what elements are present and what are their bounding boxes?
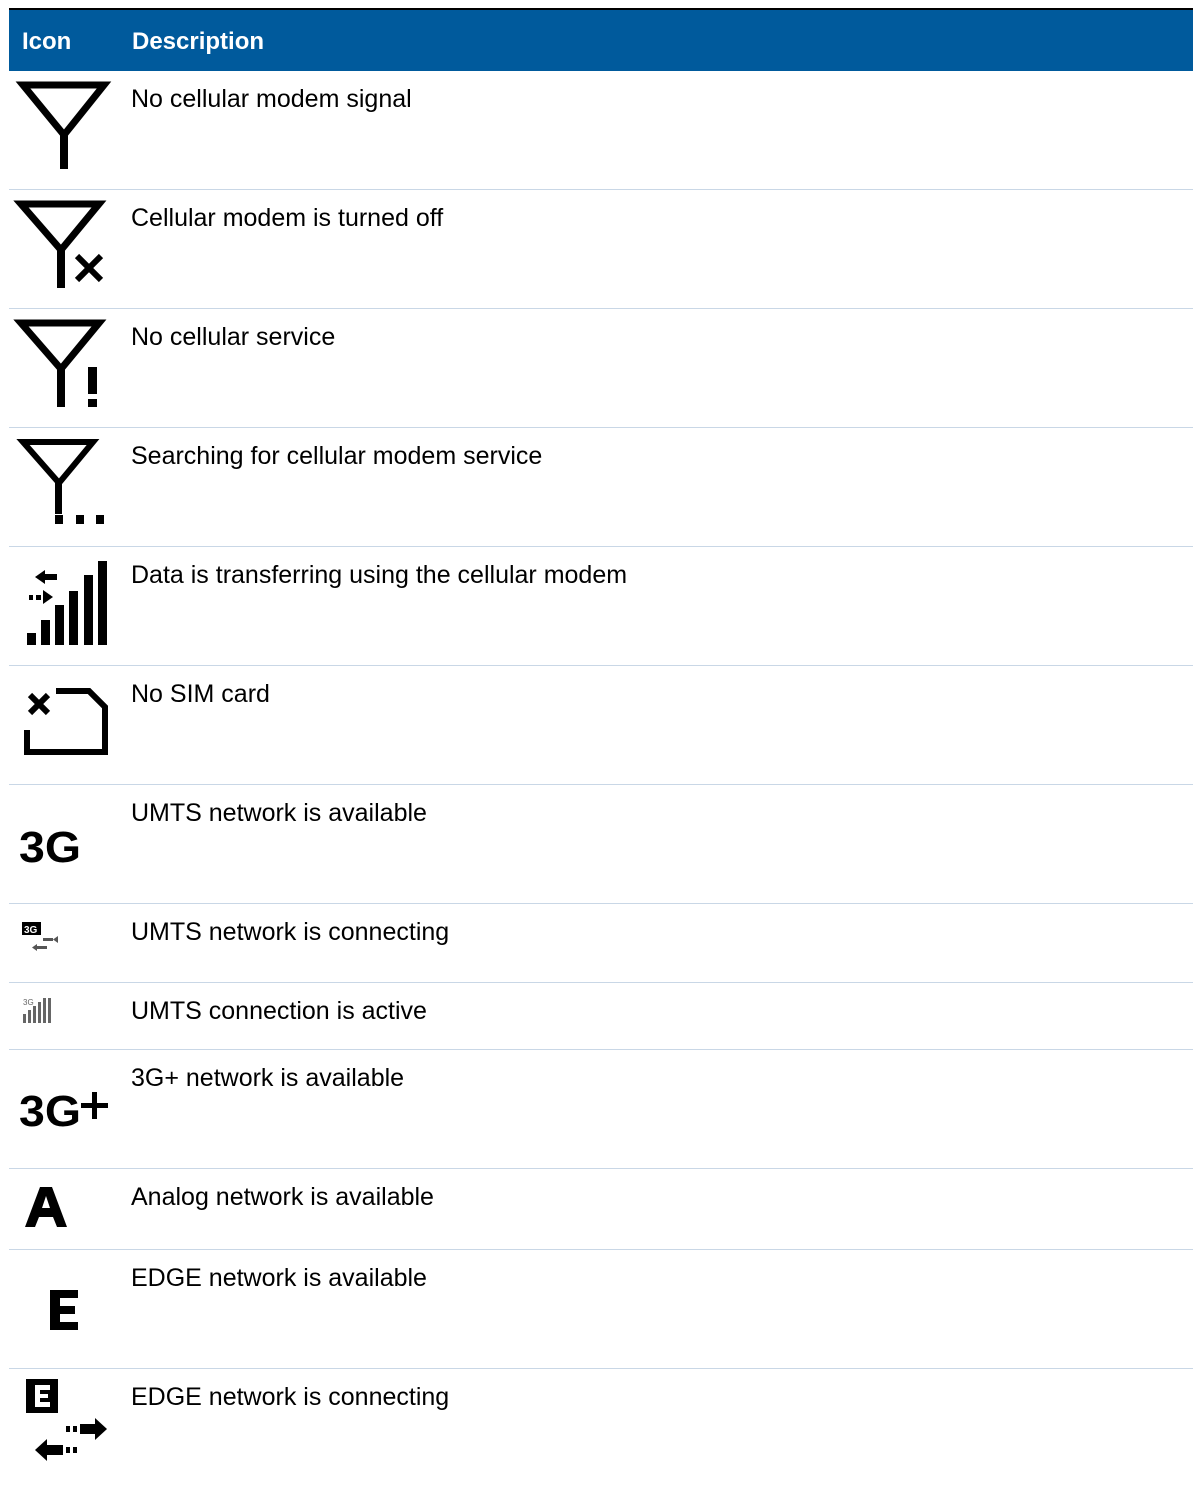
svg-text:3G: 3G bbox=[23, 998, 34, 1007]
3g-plus-icon: 3G bbox=[9, 1050, 124, 1168]
row-description: No cellular service bbox=[131, 323, 336, 351]
row-description: UMTS connection is active bbox=[131, 997, 427, 1025]
svg-text:3G: 3G bbox=[24, 925, 38, 936]
table-row: Analog network is available bbox=[9, 1169, 1193, 1250]
table-row: EDGE network is connecting bbox=[9, 1369, 1193, 1488]
antenna-no-signal-icon bbox=[9, 71, 124, 189]
table-header: Icon Description bbox=[9, 10, 1193, 71]
table-row: Searching for cellular modem service bbox=[9, 428, 1193, 547]
header-description-label: Description bbox=[132, 28, 265, 55]
table-row: Cellular modem is turned off bbox=[9, 190, 1193, 309]
analog-network-icon bbox=[9, 1169, 124, 1249]
table-row: No cellular service bbox=[9, 309, 1193, 428]
table-row: No cellular modem signal bbox=[9, 71, 1193, 190]
cellular-icon-table: Icon Description No cellular modem signa… bbox=[9, 8, 1193, 1488]
row-description: UMTS network is available bbox=[131, 799, 427, 827]
row-description: EDGE network is connecting bbox=[131, 1383, 450, 1411]
row-description: EDGE network is available bbox=[131, 1264, 427, 1292]
antenna-searching-icon bbox=[9, 428, 124, 546]
data-transfer-signal-icon bbox=[9, 547, 124, 665]
antenna-no-service-icon bbox=[9, 309, 124, 427]
table-row: 3G UMTS network is connecting bbox=[9, 904, 1193, 983]
3g-icon: 3G bbox=[9, 785, 124, 903]
table-row: 3G 3G+ network is available bbox=[9, 1050, 1193, 1169]
table-row: EDGE network is available bbox=[9, 1250, 1193, 1369]
svg-text:3G: 3G bbox=[19, 1087, 81, 1136]
row-description: UMTS network is connecting bbox=[131, 918, 450, 946]
row-description: Data is transferring using the cellular … bbox=[131, 561, 628, 589]
row-description: Cellular modem is turned off bbox=[131, 204, 444, 232]
edge-network-icon bbox=[9, 1250, 124, 1368]
table-row: 3G UMTS network is available bbox=[9, 785, 1193, 904]
antenna-off-icon bbox=[9, 190, 124, 308]
row-description: No SIM card bbox=[131, 680, 270, 708]
edge-connecting-icon bbox=[9, 1369, 124, 1488]
header-icon-label: Icon bbox=[22, 28, 72, 55]
table-row: Data is transferring using the cellular … bbox=[9, 547, 1193, 666]
table-row: 3G UMTS connection is active bbox=[9, 983, 1193, 1050]
no-sim-card-icon bbox=[9, 666, 124, 784]
3g-active-icon: 3G bbox=[9, 983, 124, 1049]
row-description: No cellular modem signal bbox=[131, 85, 412, 113]
row-description: 3G+ network is available bbox=[131, 1064, 405, 1092]
table-row: No SIM card bbox=[9, 666, 1193, 785]
svg-text:3G: 3G bbox=[19, 823, 81, 872]
3g-connecting-icon: 3G bbox=[9, 904, 124, 982]
row-description: Analog network is available bbox=[131, 1183, 434, 1211]
row-description: Searching for cellular modem service bbox=[131, 442, 543, 470]
